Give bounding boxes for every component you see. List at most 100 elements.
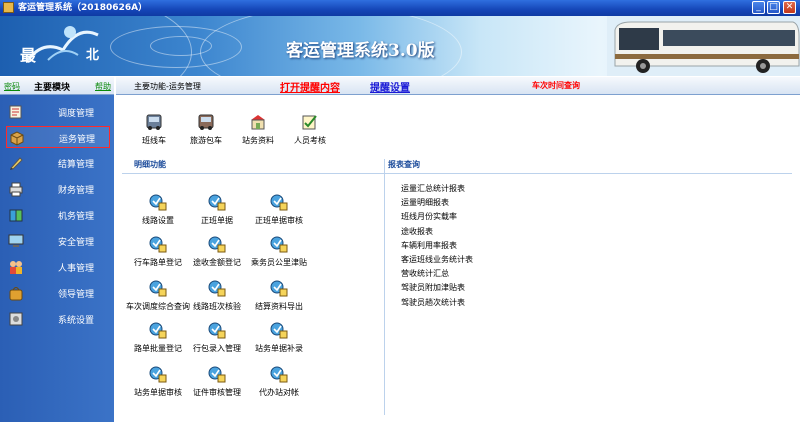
logo-char: 最 xyxy=(20,46,37,65)
content-header: 主要功能-运务管理 打开提醒内容 提醒设置 车次时间查询 xyxy=(116,77,800,95)
function-label: 代办站对帐 xyxy=(259,388,299,397)
menu-item-leadership[interactable]: 领导管理 xyxy=(6,282,110,304)
process-icon xyxy=(149,236,167,253)
help-link[interactable]: 帮助 xyxy=(95,81,111,92)
dispatch-icon xyxy=(9,105,22,119)
menu-item-label: 领导管理 xyxy=(58,290,95,300)
menu-item-maintenance[interactable]: 机务管理 xyxy=(6,204,110,226)
section-title: 明细功能 xyxy=(134,160,166,169)
maximize-button[interactable]: □ xyxy=(767,1,780,14)
report-link[interactable]: 驾驶员趟次统计表 xyxy=(401,297,465,308)
main-content: 班线车 旅游包车 站务资料 人员考核 明细功能 报表查询 线路设置 正班单据 正班单… xyxy=(116,95,800,422)
function-label: 线路班次核验 xyxy=(193,302,241,311)
function-label: 站务单据补录 xyxy=(255,344,303,353)
left-module-panel: 调度管理 运务管理 结算管理 财务管理 机务管理 安全管理 人事管理 领导管理 … xyxy=(0,95,114,422)
bus-icon xyxy=(146,114,162,130)
report-link[interactable]: 客运班线业务统计表 xyxy=(401,254,473,265)
report-link[interactable]: 运量汇总统计报表 xyxy=(401,183,465,194)
function-item[interactable]: 线路班次核验 xyxy=(182,279,252,319)
toolbar-station[interactable]: 站务资料 xyxy=(233,107,283,151)
process-icon xyxy=(208,194,226,211)
function-label: 结算资料导出 xyxy=(255,302,303,311)
password-link[interactable]: 密码 xyxy=(4,81,20,92)
menu-item-settings[interactable]: 系统设置 xyxy=(6,308,110,330)
report-link[interactable]: 驾驶员附加津贴表 xyxy=(401,282,465,293)
menu-item-personnel[interactable]: 人事管理 xyxy=(6,256,110,278)
printer-icon xyxy=(9,182,23,197)
toolbar-charter[interactable]: 旅游包车 xyxy=(181,107,231,151)
menu-item-label: 调度管理 xyxy=(58,109,95,119)
function-item[interactable]: 站务单据补录 xyxy=(244,321,314,361)
report-link[interactable]: 途收报表 xyxy=(401,226,433,237)
process-icon xyxy=(149,280,167,297)
breadcrumb: 主要功能-运务管理 xyxy=(134,82,201,91)
process-icon xyxy=(208,366,226,383)
report-section-header: 报表查询 xyxy=(388,159,420,171)
toolbar-assessment[interactable]: 人员考核 xyxy=(285,107,335,151)
open-alert-link[interactable]: 打开提醒内容 xyxy=(280,79,340,94)
toolbar-label: 班线车 xyxy=(142,136,166,145)
function-item[interactable]: 正班单据审核 xyxy=(244,193,314,233)
coach-bus-image xyxy=(607,16,800,76)
process-icon xyxy=(208,322,226,339)
function-label: 正班单据审核 xyxy=(255,216,303,225)
menu-item-label: 安全管理 xyxy=(58,238,95,248)
minimize-button[interactable]: _ xyxy=(752,1,765,14)
vertical-divider xyxy=(384,159,385,415)
toolbar-label: 站务资料 xyxy=(242,136,274,145)
process-icon xyxy=(270,322,288,339)
people-icon xyxy=(10,261,22,274)
report-link[interactable]: 车辆利用率报表 xyxy=(401,240,457,251)
toolbar-label: 人员考核 xyxy=(294,136,326,145)
process-icon xyxy=(270,194,288,211)
toolbar-bus[interactable]: 班线车 xyxy=(129,107,179,151)
monitor-icon xyxy=(8,234,24,247)
menu-item-label: 机务管理 xyxy=(58,212,95,222)
function-item[interactable]: 乘务员公里津贴 xyxy=(244,235,314,275)
function-item[interactable]: 证件审核管理 xyxy=(182,365,252,405)
function-item[interactable]: 行包录入管理 xyxy=(182,321,252,361)
pen-icon xyxy=(10,157,23,170)
box-icon xyxy=(10,131,24,146)
report-link[interactable]: 运量明细报表 xyxy=(401,197,449,208)
logo-char: 北 xyxy=(86,48,100,63)
process-icon xyxy=(270,280,288,297)
report-link[interactable]: 班线月份实载率 xyxy=(401,211,457,222)
module-header: 主要模块 xyxy=(34,83,71,93)
menu-item-label: 财务管理 xyxy=(58,186,95,196)
section-divider xyxy=(386,173,792,174)
menu-item-label: 运务管理 xyxy=(59,135,96,145)
menu-item-finance[interactable]: 财务管理 xyxy=(6,178,110,200)
process-icon xyxy=(149,194,167,211)
gear-icon xyxy=(9,312,23,326)
function-label: 乘务员公里津贴 xyxy=(251,258,307,267)
process-icon xyxy=(270,236,288,253)
function-label: 途收金额登记 xyxy=(193,258,241,267)
menu-item-safety[interactable]: 安全管理 xyxy=(6,230,110,252)
process-icon xyxy=(208,236,226,253)
process-icon xyxy=(149,366,167,383)
menu-item-label: 系统设置 xyxy=(58,316,95,326)
menu-item-label: 结算管理 xyxy=(58,160,95,170)
menu-item-settlement[interactable]: 结算管理 xyxy=(6,152,110,174)
function-item[interactable]: 途收金额登记 xyxy=(182,235,252,275)
process-icon xyxy=(208,280,226,297)
reminder-settings-link[interactable]: 提醒设置 xyxy=(370,79,410,94)
function-item[interactable]: 正班单据 xyxy=(182,193,252,233)
process-icon xyxy=(270,366,288,383)
toolbar-label: 旅游包车 xyxy=(190,136,222,145)
left-panel-header: 密码 主要模块 帮助 xyxy=(0,77,114,95)
detail-section-header: 明细功能 xyxy=(134,159,166,171)
bag-icon xyxy=(9,287,23,301)
function-item[interactable]: 结算资料导出 xyxy=(244,279,314,319)
menu-item-dispatch[interactable]: 调度管理 xyxy=(6,101,110,123)
function-label: 行包录入管理 xyxy=(193,344,241,353)
schedule-query-link[interactable]: 车次时间查询 xyxy=(532,80,580,91)
close-button[interactable]: ✕ xyxy=(783,1,796,14)
book-icon xyxy=(9,209,23,222)
process-icon xyxy=(149,322,167,339)
title-bar: 客运管理系统（20180626A） _ □ ✕ xyxy=(0,0,800,16)
menu-item-operations[interactable]: 运务管理 xyxy=(6,126,110,148)
function-item[interactable]: 代办站对帐 xyxy=(244,365,314,405)
report-link[interactable]: 营收统计汇总 xyxy=(401,268,449,279)
